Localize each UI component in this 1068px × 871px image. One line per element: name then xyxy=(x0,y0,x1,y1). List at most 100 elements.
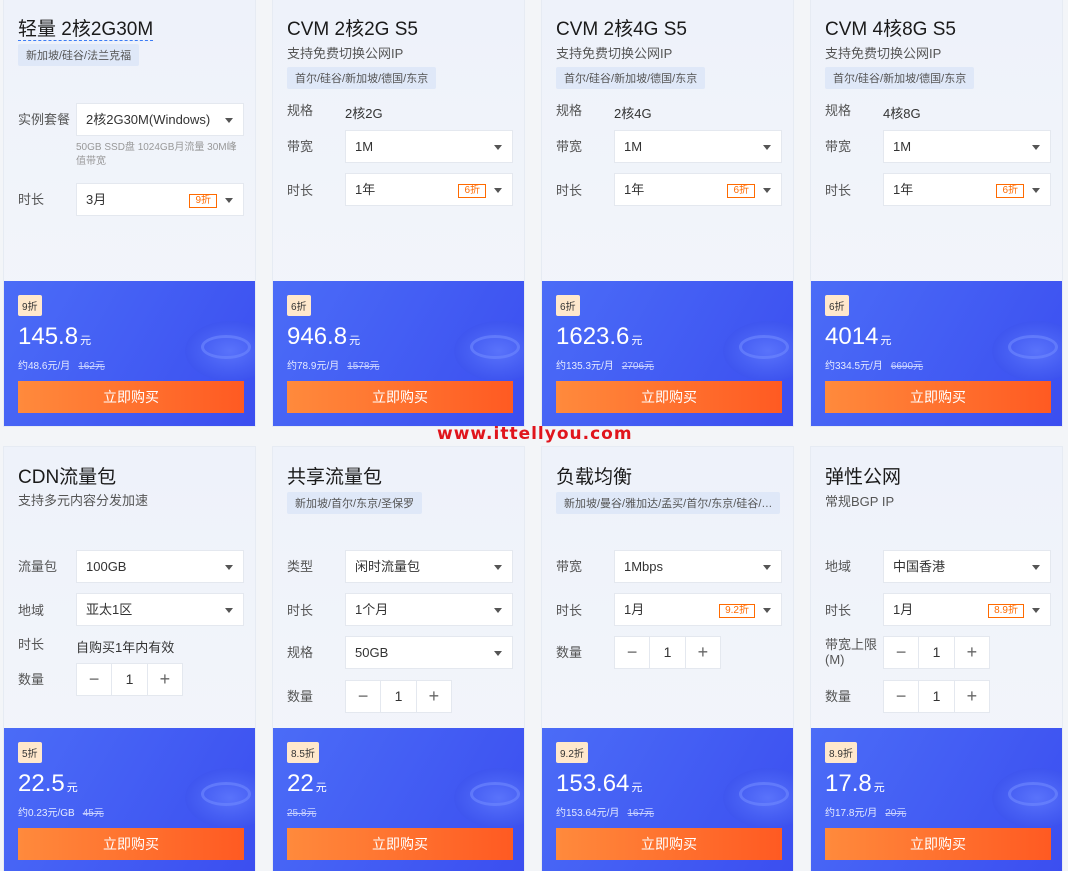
plan-select[interactable]: 2核2G30M(Windows) xyxy=(76,103,244,136)
select-value: 中国香港 xyxy=(893,559,946,574)
bandwidth-select[interactable]: 1M xyxy=(614,130,782,163)
card-title: CVM 2核4G S5 xyxy=(556,19,687,40)
chevron-down-icon xyxy=(1032,565,1040,570)
select-value: 1M xyxy=(893,139,912,154)
chevron-down-icon xyxy=(494,608,502,613)
plus-icon[interactable]: + xyxy=(415,681,451,712)
price-value: 22 xyxy=(287,770,314,797)
select-value: 1年 xyxy=(355,182,376,197)
bandwidth-select[interactable]: 1M xyxy=(345,130,513,163)
region-tags: 首尔/硅谷/新加坡/德国/东京 xyxy=(556,67,706,89)
price-unit: 元 xyxy=(631,335,643,347)
duration-select[interactable]: 1月 9.2折 xyxy=(614,593,782,626)
bandwidth-select[interactable]: 1M xyxy=(883,130,1051,163)
minus-icon[interactable]: − xyxy=(346,681,382,712)
price-per: 约17.8元/月 20元 xyxy=(825,804,906,819)
price-unit: 元 xyxy=(80,335,92,347)
row-label: 时长 xyxy=(18,637,45,652)
card-subtitle: 支持免费切换公网IP xyxy=(825,46,942,61)
price: 4014 元 xyxy=(825,323,891,351)
select-value: 2核2G30M(Windows) xyxy=(86,112,211,127)
duration-select[interactable]: 1年 6折 xyxy=(345,173,513,206)
product-card-shared-traffic: 共享流量包 新加坡/首尔/东京/圣保罗 类型 闲时流量包 时长 1个月 规格 5… xyxy=(272,446,525,871)
duration-select[interactable]: 1月 8.9折 xyxy=(883,593,1051,626)
spec-select[interactable]: 50GB xyxy=(345,636,513,669)
duration-select[interactable]: 3月 9折 xyxy=(76,183,244,216)
discount-tag: 9折 xyxy=(18,295,42,316)
row-label: 规格 xyxy=(287,103,314,118)
select-value: 亚太1区 xyxy=(86,602,133,617)
region-select[interactable]: 中国香港 xyxy=(883,550,1051,583)
chevron-down-icon xyxy=(494,145,502,150)
discount-tag: 8.9折 xyxy=(825,742,857,763)
original-price: 45元 xyxy=(82,808,104,819)
row-label: 带宽 xyxy=(556,559,583,574)
price-unit: 元 xyxy=(873,782,885,794)
product-card-elastic-ip: 弹性公网 常规BGP IP 地域 中国香港 时长 1月 8.9折 带宽上限(M)… xyxy=(810,446,1063,871)
discount-tag: 5折 xyxy=(18,742,42,763)
row-label: 时长 xyxy=(556,183,583,198)
buy-button[interactable]: 立即购买 xyxy=(825,828,1051,860)
quantity-value: 1 xyxy=(394,688,403,704)
watermark: www.ittellyou.com xyxy=(437,424,633,444)
price-unit: 元 xyxy=(315,782,327,794)
plus-icon[interactable]: + xyxy=(953,637,989,668)
quantity-stepper[interactable]: − 1 + xyxy=(345,680,452,713)
plus-icon[interactable]: + xyxy=(953,681,989,712)
duration-select[interactable]: 1年 6折 xyxy=(614,173,782,206)
original-price: 6690元 xyxy=(890,361,924,372)
price: 946.8 元 xyxy=(287,323,360,351)
price-unit: 元 xyxy=(349,335,361,347)
buy-button[interactable]: 立即购买 xyxy=(556,381,782,413)
buy-button[interactable]: 立即购买 xyxy=(825,381,1051,413)
minus-icon[interactable]: − xyxy=(77,664,113,695)
chevron-down-icon xyxy=(1032,608,1040,613)
price-panel: 8.9折 17.8 元 约17.8元/月 20元 立即购买 xyxy=(811,728,1062,871)
chevron-down-icon xyxy=(763,188,771,193)
card-title: 轻量 2核2G30M xyxy=(18,19,154,40)
price-per: 约0.23元/GB 45元 xyxy=(18,804,104,819)
card-title: CVM 2核2G S5 xyxy=(287,19,418,40)
plus-icon[interactable]: + xyxy=(684,637,720,668)
duration-select[interactable]: 1个月 xyxy=(345,593,513,626)
row-label: 时长 xyxy=(18,192,45,207)
quantity-stepper[interactable]: − 1 + xyxy=(883,680,990,713)
select-value: 1M xyxy=(624,139,643,154)
minus-icon[interactable]: − xyxy=(884,681,920,712)
chevron-down-icon xyxy=(1032,145,1040,150)
buy-button[interactable]: 立即购买 xyxy=(287,828,513,860)
card-title: 弹性公网 xyxy=(825,467,902,488)
price-value: 145.8 xyxy=(18,323,79,350)
minus-icon[interactable]: − xyxy=(884,637,920,668)
buy-button[interactable]: 立即购买 xyxy=(556,828,782,860)
plus-icon[interactable]: + xyxy=(146,664,182,695)
price-panel: 6折 4014 元 约334.5元/月 6690元 立即购买 xyxy=(811,281,1062,426)
duration-select[interactable]: 1年 6折 xyxy=(883,173,1051,206)
price-panel: 6折 946.8 元 约78.9元/月 1578元 立即购买 xyxy=(273,281,524,426)
region-select[interactable]: 亚太1区 xyxy=(76,593,244,626)
row-label: 带宽上限(M) xyxy=(825,637,878,667)
minus-icon[interactable]: − xyxy=(615,637,651,668)
quantity-stepper[interactable]: − 1 + xyxy=(76,663,183,696)
discount-badge: 9折 xyxy=(189,194,217,208)
row-label: 流量包 xyxy=(18,559,58,574)
discount-badge: 9.2折 xyxy=(719,604,755,618)
price-value: 153.64 xyxy=(556,770,630,797)
buy-button[interactable]: 立即购买 xyxy=(18,381,244,413)
type-select[interactable]: 闲时流量包 xyxy=(345,550,513,583)
price-per: 约48.6元/月 162元 xyxy=(18,357,105,372)
discount-badge: 8.9折 xyxy=(988,604,1024,618)
price-value: 22.5 xyxy=(18,770,65,797)
quantity-stepper[interactable]: − 1 + xyxy=(614,636,721,669)
price: 145.8 元 xyxy=(18,323,91,351)
bandwidth-cap-stepper[interactable]: − 1 + xyxy=(883,636,990,669)
buy-button[interactable]: 立即购买 xyxy=(287,381,513,413)
original-price: 2706元 xyxy=(621,361,655,372)
select-value: 1M xyxy=(355,139,374,154)
per-text: 约153.64元/月 xyxy=(556,808,620,819)
row-label: 带宽 xyxy=(287,139,314,154)
bandwidth-select[interactable]: 1Mbps xyxy=(614,550,782,583)
buy-button[interactable]: 立即购买 xyxy=(18,828,244,860)
traffic-package-select[interactable]: 100GB xyxy=(76,550,244,583)
spec-value: 2核4G xyxy=(614,106,652,121)
